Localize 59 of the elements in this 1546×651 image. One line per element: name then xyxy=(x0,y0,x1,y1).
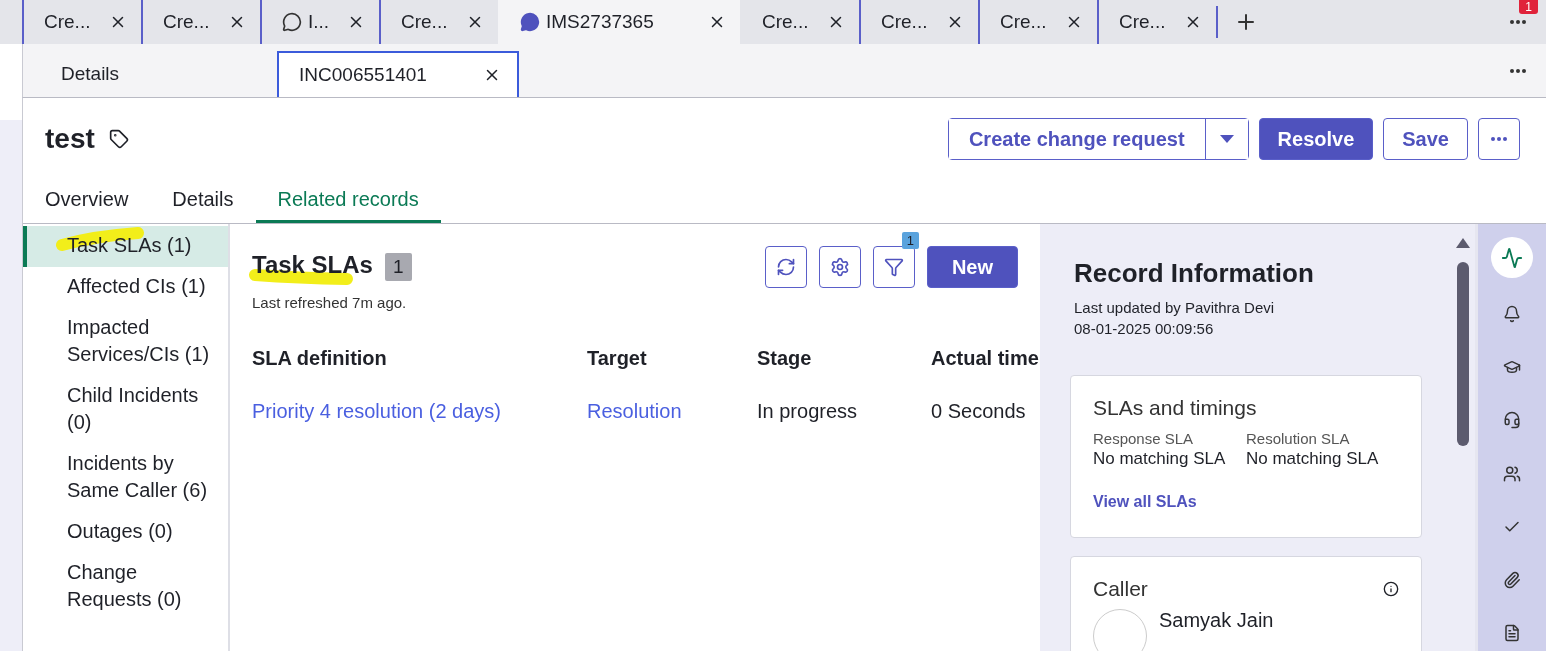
record-section-tab[interactable]: Overview xyxy=(45,180,151,223)
tag-icon[interactable] xyxy=(108,129,129,149)
panel-title: Task SLAs xyxy=(252,251,373,283)
filter-button[interactable] xyxy=(872,246,915,288)
field-value: No matching SLA xyxy=(1246,449,1380,469)
refresh-icon xyxy=(775,257,796,277)
related-list-item[interactable]: Incidents by Same Caller (6) xyxy=(23,444,228,512)
filter-count-badge: 1 xyxy=(901,232,919,249)
table-cell-text: In progress xyxy=(757,400,859,423)
filter-icon xyxy=(883,257,904,277)
gear-icon xyxy=(829,257,850,277)
field-label: Resolution SLA xyxy=(1246,430,1351,447)
chat-icon xyxy=(282,12,302,32)
count-badge: 1 xyxy=(384,253,412,281)
notification-badge: 1 xyxy=(1519,0,1538,14)
updated-at-text: 08-01-2025 00:09:56 xyxy=(1074,319,1215,339)
view-all-slas-link[interactable]: View all SLAs xyxy=(1093,493,1197,511)
info-icon[interactable] xyxy=(1383,581,1399,597)
column-header: Actual time xyxy=(931,347,1040,371)
column-header: Stage xyxy=(757,347,813,371)
column-header: Target xyxy=(587,347,648,371)
related-list-item[interactable]: Change Requests (0) xyxy=(23,553,228,621)
table-link[interactable]: Priority 4 resolution (2 days) xyxy=(252,400,587,423)
record-tab[interactable]: Details xyxy=(23,51,158,97)
updated-by-text: Last updated by Pavithra Devi xyxy=(1074,298,1276,318)
more-icon[interactable] xyxy=(1510,68,1526,73)
settings-button[interactable] xyxy=(818,246,861,288)
record-section-tab[interactable]: Details xyxy=(150,180,256,223)
related-list-item[interactable]: Impacted Services/CIs (1) xyxy=(23,308,228,376)
chat-icon xyxy=(520,12,540,32)
caret-icon xyxy=(1219,135,1234,143)
record-section-tab[interactable]: Related records xyxy=(255,180,441,223)
refresh-status: Last refreshed 7m ago. xyxy=(252,294,408,311)
browser-tab[interactable]: IMS2737365 xyxy=(498,0,740,44)
more-icon[interactable] xyxy=(1491,137,1507,141)
create-change-request-button[interactable]: Create change request xyxy=(948,119,1206,159)
more-icon[interactable] xyxy=(1510,20,1526,24)
card-title: SLAs and timings xyxy=(1093,396,1258,420)
related-list-item[interactable]: Outages (0) xyxy=(23,512,228,553)
browser-tab[interactable]: Cre... xyxy=(740,0,859,44)
save-button[interactable]: Save xyxy=(1383,118,1468,160)
table-link[interactable]: Resolution xyxy=(587,400,757,423)
refresh-button[interactable] xyxy=(764,246,807,288)
new-button[interactable]: New xyxy=(926,246,1018,288)
record-title: test xyxy=(45,123,95,155)
card-title: Caller xyxy=(1093,577,1148,601)
related-list-item[interactable]: Affected CIs (1) xyxy=(23,267,228,308)
record-tab[interactable]: INC006551401 xyxy=(277,51,520,97)
more-button[interactable] xyxy=(1478,118,1520,160)
field-label: Response SLA xyxy=(1093,430,1195,447)
activity-icon[interactable] xyxy=(1491,237,1533,279)
related-list-item[interactable]: Child Incidents (0) xyxy=(23,376,228,444)
scrollbar-thumb[interactable] xyxy=(1457,262,1469,446)
field-value: No matching SLA xyxy=(1093,449,1227,469)
resolve-button[interactable]: Resolve xyxy=(1258,118,1374,160)
section-title: Record Information xyxy=(1074,258,1315,289)
column-header: SLA definition xyxy=(252,347,388,371)
table-cell-text: 0 Seconds xyxy=(931,400,1027,423)
caller-name[interactable]: Samyak Jain xyxy=(1159,609,1274,651)
